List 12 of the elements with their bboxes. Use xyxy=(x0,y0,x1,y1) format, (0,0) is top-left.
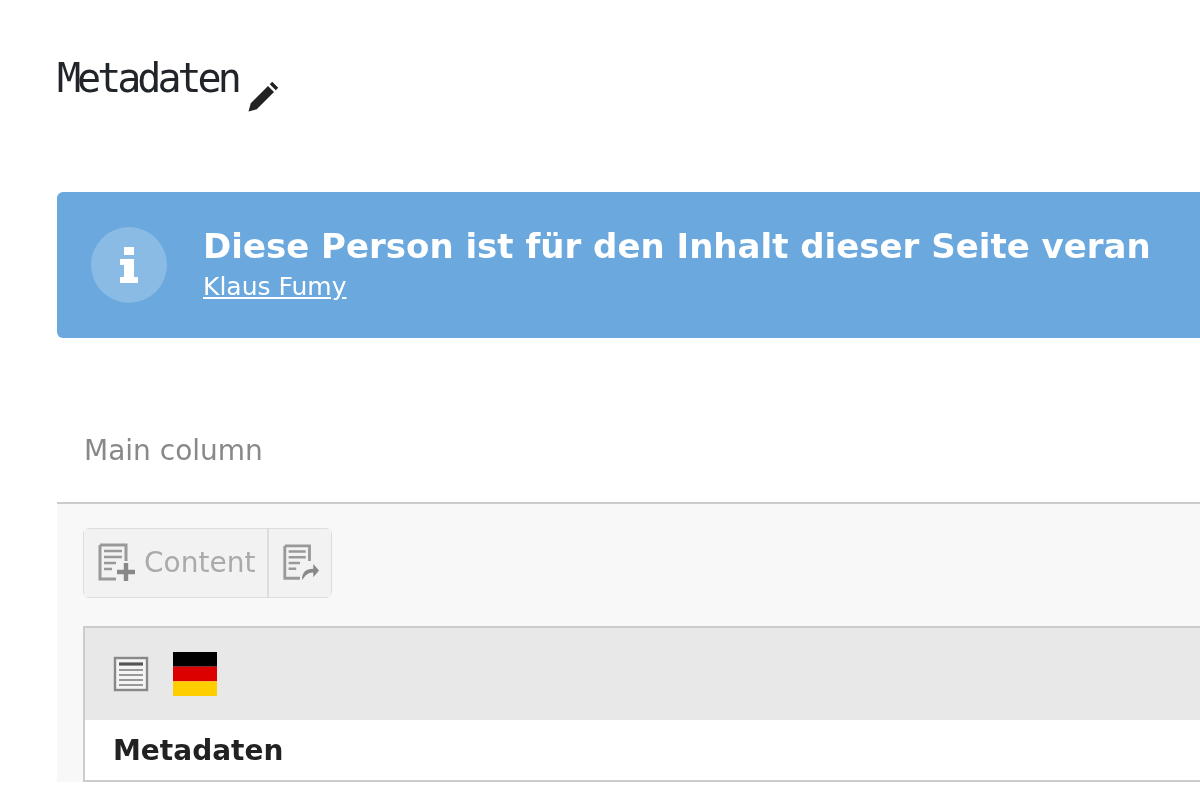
document-arrow-icon xyxy=(281,544,320,582)
paste-button[interactable] xyxy=(268,528,333,598)
add-document-icon xyxy=(96,543,136,583)
page-title: Metadaten xyxy=(57,58,238,98)
text-element-icon xyxy=(111,654,151,694)
german-flag-icon[interactable] xyxy=(173,652,217,696)
info-icon xyxy=(118,247,140,283)
new-content-button[interactable]: Content xyxy=(83,528,269,598)
person-link[interactable]: Klaus Fumy xyxy=(203,268,347,306)
column-title: Main column xyxy=(83,433,264,469)
alert-message: Diese Person ist für den Inhalt dieser Seite veran xyxy=(203,225,1151,269)
content-heading: Metadaten xyxy=(113,734,284,767)
